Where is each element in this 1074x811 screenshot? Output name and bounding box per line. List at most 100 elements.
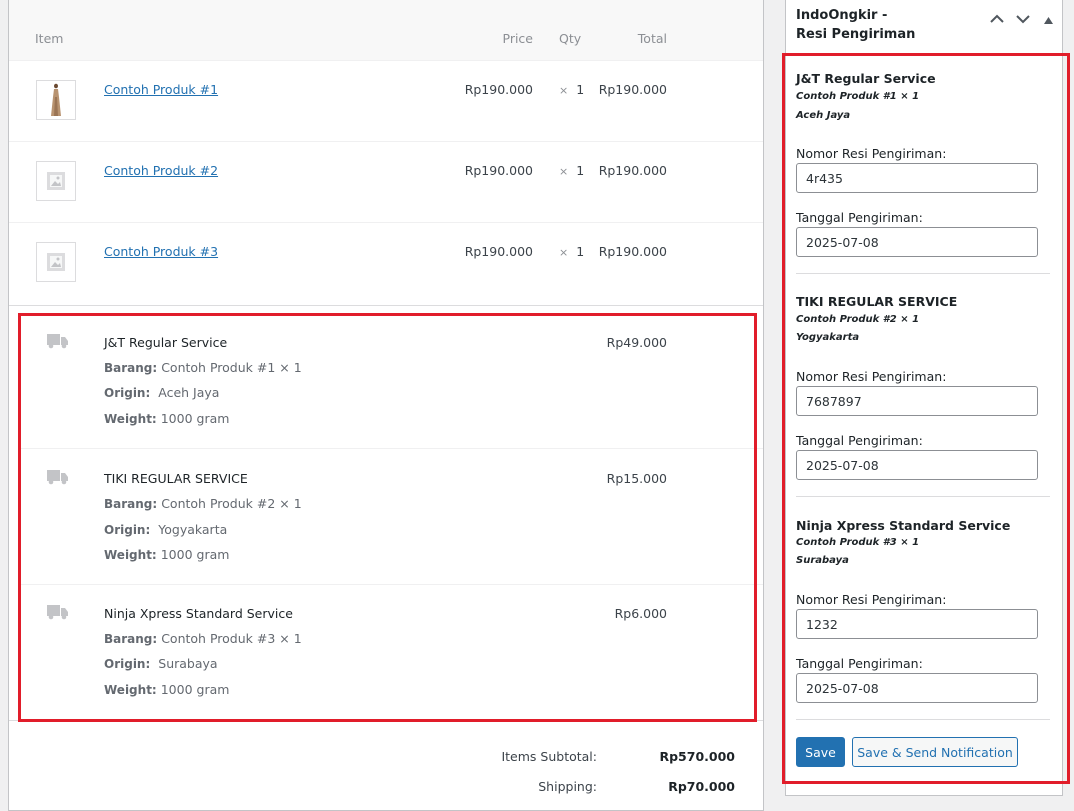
shipping-cost: Rp6.000 xyxy=(614,606,667,621)
qty-times: × xyxy=(559,165,569,178)
shipping-cost: Rp15.000 xyxy=(606,471,667,486)
metabox-title-line: Resi Pengiriman xyxy=(796,27,916,42)
meta-barang: Barang: Contoh Produk #1 × 1 xyxy=(104,360,302,375)
meta-value: Contoh Produk #3 × 1 xyxy=(161,631,302,646)
meta-weight: Weight: 1000 gram xyxy=(104,547,229,562)
save-button[interactable]: Save xyxy=(796,737,845,767)
dress-photo-icon xyxy=(51,83,61,116)
product-link[interactable]: Contoh Produk #2 xyxy=(104,163,218,178)
shipping-cost: Rp49.000 xyxy=(606,335,667,350)
meta-label: Barang: xyxy=(104,361,158,375)
truck-icon xyxy=(47,470,68,485)
resi-input[interactable] xyxy=(796,163,1038,193)
product-link[interactable]: Contoh Produk #3 xyxy=(104,244,218,259)
resi-label: Nomor Resi Pengiriman: xyxy=(796,369,947,384)
item-qty: × 1 xyxy=(559,82,584,97)
shipping-total-value: Rp70.000 xyxy=(668,779,735,794)
meta-label: Weight: xyxy=(104,412,157,426)
meta-value: Yogyakarta xyxy=(158,522,228,537)
meta-weight: Weight: 1000 gram xyxy=(104,682,229,697)
date-label: Tanggal Pengiriman: xyxy=(796,656,923,671)
product-thumbnail[interactable] xyxy=(36,242,76,282)
item-total: Rp190.000 xyxy=(598,82,667,97)
truck-icon xyxy=(47,334,68,349)
item-row: Contoh Produk #3 Rp190.000 × 1 Rp190.000 xyxy=(9,222,763,303)
service-city: Yogyakarta xyxy=(796,332,860,343)
shipping-divider xyxy=(9,305,763,306)
product-link[interactable]: Contoh Produk #1 xyxy=(104,82,218,97)
placeholder-image-icon xyxy=(47,172,65,190)
product-thumbnail[interactable] xyxy=(36,161,76,201)
resi-label: Nomor Resi Pengiriman: xyxy=(796,592,947,607)
indoongkir-resi-metabox: IndoOngkir - Resi Pengiriman J&T Regular… xyxy=(785,0,1063,796)
meta-label: Weight: xyxy=(104,548,157,562)
item-price: Rp190.000 xyxy=(464,82,533,97)
meta-label: Origin: xyxy=(104,523,151,537)
service-separator xyxy=(796,273,1050,274)
service-separator xyxy=(796,496,1050,497)
shipping-method-name: TIKI REGULAR SERVICE xyxy=(104,471,248,486)
meta-value: 1000 gram xyxy=(160,682,230,697)
meta-value: 1000 gram xyxy=(160,411,230,426)
toggle-panel-icon[interactable] xyxy=(1044,17,1053,24)
date-label: Tanggal Pengiriman: xyxy=(796,210,923,225)
meta-weight: Weight: 1000 gram xyxy=(104,411,229,426)
subtotal-value: Rp570.000 xyxy=(659,749,735,764)
service-product: Contoh Produk #3 × 1 xyxy=(796,537,920,548)
items-table-header: Item Price Qty Total xyxy=(9,0,763,61)
resi-label: Nomor Resi Pengiriman: xyxy=(796,146,947,161)
meta-label: Barang: xyxy=(104,632,158,646)
shipping-line: J&T Regular Service Rp49.000 Barang: Cont… xyxy=(21,313,763,449)
service-product: Contoh Produk #1 × 1 xyxy=(796,91,920,102)
header-qty: Qty xyxy=(559,31,582,46)
subtotal-label: Items Subtotal: xyxy=(501,749,597,764)
product-thumbnail[interactable] xyxy=(36,80,76,120)
totals-divider xyxy=(9,720,763,721)
header-item: Item xyxy=(35,31,64,46)
item-price: Rp190.000 xyxy=(464,163,533,178)
save-send-notification-button[interactable]: Save & Send Notification xyxy=(852,737,1018,767)
meta-label: Origin: xyxy=(104,386,151,400)
meta-value: Aceh Jaya xyxy=(158,385,220,400)
qty-times: × xyxy=(559,246,569,259)
date-input[interactable] xyxy=(796,227,1038,257)
meta-label: Weight: xyxy=(104,683,157,697)
meta-label: Origin: xyxy=(104,657,151,671)
item-price: Rp190.000 xyxy=(464,244,533,259)
service-separator xyxy=(796,719,1050,720)
move-up-icon[interactable] xyxy=(990,14,1004,24)
item-total: Rp190.000 xyxy=(598,163,667,178)
meta-barang: Barang: Contoh Produk #3 × 1 xyxy=(104,631,302,646)
qty-value: 1 xyxy=(576,82,585,97)
meta-origin: Origin: Yogyakarta xyxy=(104,522,227,537)
service-city: Surabaya xyxy=(796,555,849,566)
meta-origin: Origin: Surabaya xyxy=(104,656,218,671)
resi-input[interactable] xyxy=(796,386,1038,416)
date-input[interactable] xyxy=(796,673,1038,703)
qty-value: 1 xyxy=(576,163,585,178)
meta-value: Contoh Produk #1 × 1 xyxy=(161,360,302,375)
shipping-line: Ninja Xpress Standard Service Rp6.000 Ba… xyxy=(21,584,763,719)
order-items-panel: Item Price Qty Total Contoh Produk #1 Rp… xyxy=(8,0,764,811)
shipping-method-name: J&T Regular Service xyxy=(104,335,228,350)
item-row: Contoh Produk #2 Rp190.000 × 1 Rp190.000 xyxy=(9,141,763,223)
service-product: Contoh Produk #2 × 1 xyxy=(796,314,920,325)
shipping-total-label: Shipping: xyxy=(538,779,597,794)
header-total: Total xyxy=(637,31,667,46)
meta-barang: Barang: Contoh Produk #2 × 1 xyxy=(104,496,302,511)
item-qty: × 1 xyxy=(559,163,584,178)
date-input[interactable] xyxy=(796,450,1038,480)
resi-input[interactable] xyxy=(796,609,1038,639)
meta-value: 1000 gram xyxy=(160,547,230,562)
qty-times: × xyxy=(559,84,569,97)
qty-value: 1 xyxy=(576,244,585,259)
meta-value: Surabaya xyxy=(158,656,218,671)
move-down-icon[interactable] xyxy=(1016,14,1030,24)
service-city: Aceh Jaya xyxy=(796,110,851,121)
meta-label: Barang: xyxy=(104,497,158,511)
date-label: Tanggal Pengiriman: xyxy=(796,433,923,448)
meta-origin: Origin: Aceh Jaya xyxy=(104,385,219,400)
service-name: J&T Regular Service xyxy=(796,71,936,86)
service-name: TIKI REGULAR SERVICE xyxy=(796,294,958,309)
service-name: Ninja Xpress Standard Service xyxy=(796,518,1011,533)
